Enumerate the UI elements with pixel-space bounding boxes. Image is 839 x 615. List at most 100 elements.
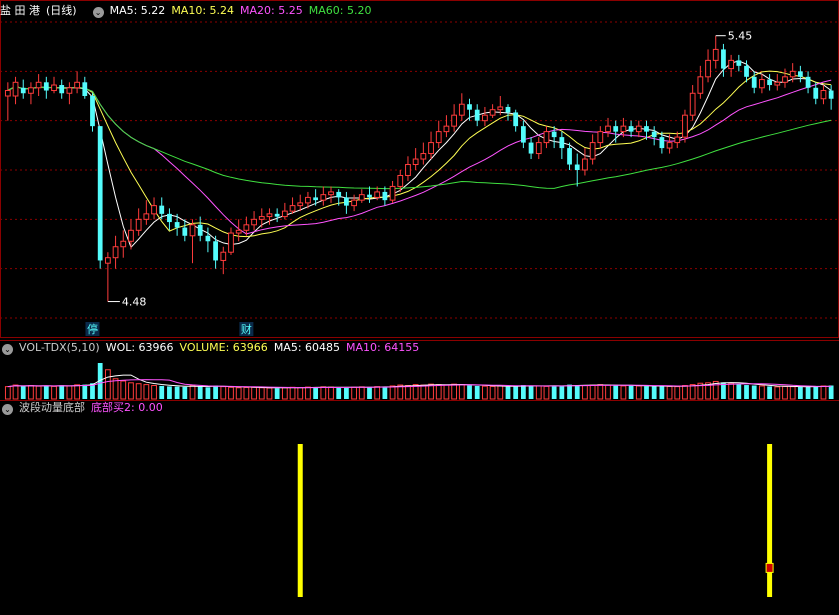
candle <box>712 35 719 69</box>
candle-body <box>289 205 296 212</box>
candle-body <box>767 79 772 86</box>
candle-body <box>613 126 619 132</box>
volume-bar <box>666 385 673 400</box>
candle <box>297 194 304 212</box>
candle-body <box>635 125 642 133</box>
candle-body <box>344 197 349 206</box>
candle <box>697 65 704 99</box>
volume-bar <box>382 386 388 399</box>
candle <box>344 191 349 214</box>
volume-bar <box>513 386 519 399</box>
candle-body <box>336 191 342 198</box>
candle-body <box>320 194 327 201</box>
candle <box>328 186 334 203</box>
candle-body <box>281 210 288 218</box>
candle <box>412 148 419 170</box>
candle-body <box>28 87 34 94</box>
candle <box>367 186 372 203</box>
candle-body <box>405 164 411 176</box>
volume-ma10: MA10: 64155 <box>346 341 420 354</box>
candle <box>543 126 550 149</box>
candle <box>405 156 411 181</box>
candle <box>205 227 211 253</box>
volume-bar <box>435 384 442 400</box>
candle-body <box>651 131 657 138</box>
candle-body <box>328 191 334 196</box>
finance-tag: 财 <box>241 322 252 336</box>
volume-bar <box>659 385 665 399</box>
volume-bar <box>582 385 588 400</box>
candle-body <box>628 126 634 132</box>
candle-body <box>728 59 735 70</box>
indicator-toggle-icon[interactable]: ⌄ <box>2 404 13 415</box>
candle <box>728 54 735 77</box>
volume-bar <box>443 384 450 400</box>
volume-bar <box>535 385 542 400</box>
candle-body <box>589 142 596 160</box>
price-chart[interactable]: 5.45 4.48 停 财 <box>0 0 839 338</box>
candle <box>820 85 827 105</box>
price-frame <box>0 0 839 338</box>
high-label: 5.45 <box>728 30 753 43</box>
volume-bar <box>104 369 111 400</box>
candle-body <box>497 106 504 111</box>
candle-body <box>412 158 419 166</box>
candle <box>28 82 34 105</box>
volume-bar <box>12 384 19 400</box>
volume-legend: ⌄ VOL-TDX(5,10) WOL: 63966 VOLUME: 63966 MA5… <box>0 339 425 357</box>
candle-body <box>266 213 273 218</box>
volume-bar <box>235 387 242 400</box>
volume-indicator-name: VOL-TDX(5,10) <box>19 341 100 354</box>
indicator-legend: ⌄ 波段动量底部 底部买2: 0.00 <box>0 399 169 417</box>
candle-body <box>543 131 550 144</box>
candle <box>167 208 172 231</box>
candle-body <box>135 218 142 231</box>
candle-body <box>374 191 381 198</box>
low-label: 4.48 <box>122 296 147 309</box>
candle-body <box>705 59 711 78</box>
volume-bar <box>328 386 334 400</box>
volume-bar <box>220 386 227 400</box>
candle <box>382 186 388 206</box>
candle-body <box>458 103 465 116</box>
candle <box>182 219 188 242</box>
candle <box>635 120 642 138</box>
volume-bar <box>367 387 372 399</box>
candle-body <box>528 142 534 154</box>
candle-body <box>243 224 250 231</box>
candle <box>435 120 442 149</box>
candle-body <box>551 131 557 138</box>
volume-bar <box>51 385 57 400</box>
candle <box>289 197 296 214</box>
indicator-name: 波段动量底部 <box>19 401 85 414</box>
candle-body <box>313 197 319 201</box>
volume-bar <box>605 384 611 400</box>
volume-toggle-icon[interactable]: ⌄ <box>2 344 13 355</box>
candle <box>104 252 111 302</box>
candle <box>559 131 565 160</box>
candle <box>443 115 450 138</box>
volume-bar <box>4 386 11 400</box>
indicator-chart[interactable] <box>0 400 839 597</box>
volume-bar <box>482 385 488 400</box>
candle <box>281 202 288 220</box>
volume-bar <box>451 383 458 400</box>
volume-bar <box>320 386 327 400</box>
volume-bar <box>59 385 65 399</box>
candle-body <box>789 70 796 78</box>
legend-toggle-icon[interactable]: ⌄ <box>92 7 104 18</box>
candle <box>582 148 588 176</box>
ma20-line <box>7 79 832 235</box>
volume-bar <box>813 386 819 399</box>
volume-bar <box>635 385 642 400</box>
candle <box>535 137 542 160</box>
volume-bar <box>228 386 234 400</box>
volume-bar <box>251 386 257 400</box>
candle-body <box>774 81 781 86</box>
volume-bar <box>151 385 157 400</box>
candle-body <box>797 71 803 77</box>
volume-bar <box>567 384 572 399</box>
candle-body <box>35 81 42 89</box>
volume-bar <box>528 385 534 399</box>
volume-value: VOLUME: 63966 <box>179 341 268 354</box>
